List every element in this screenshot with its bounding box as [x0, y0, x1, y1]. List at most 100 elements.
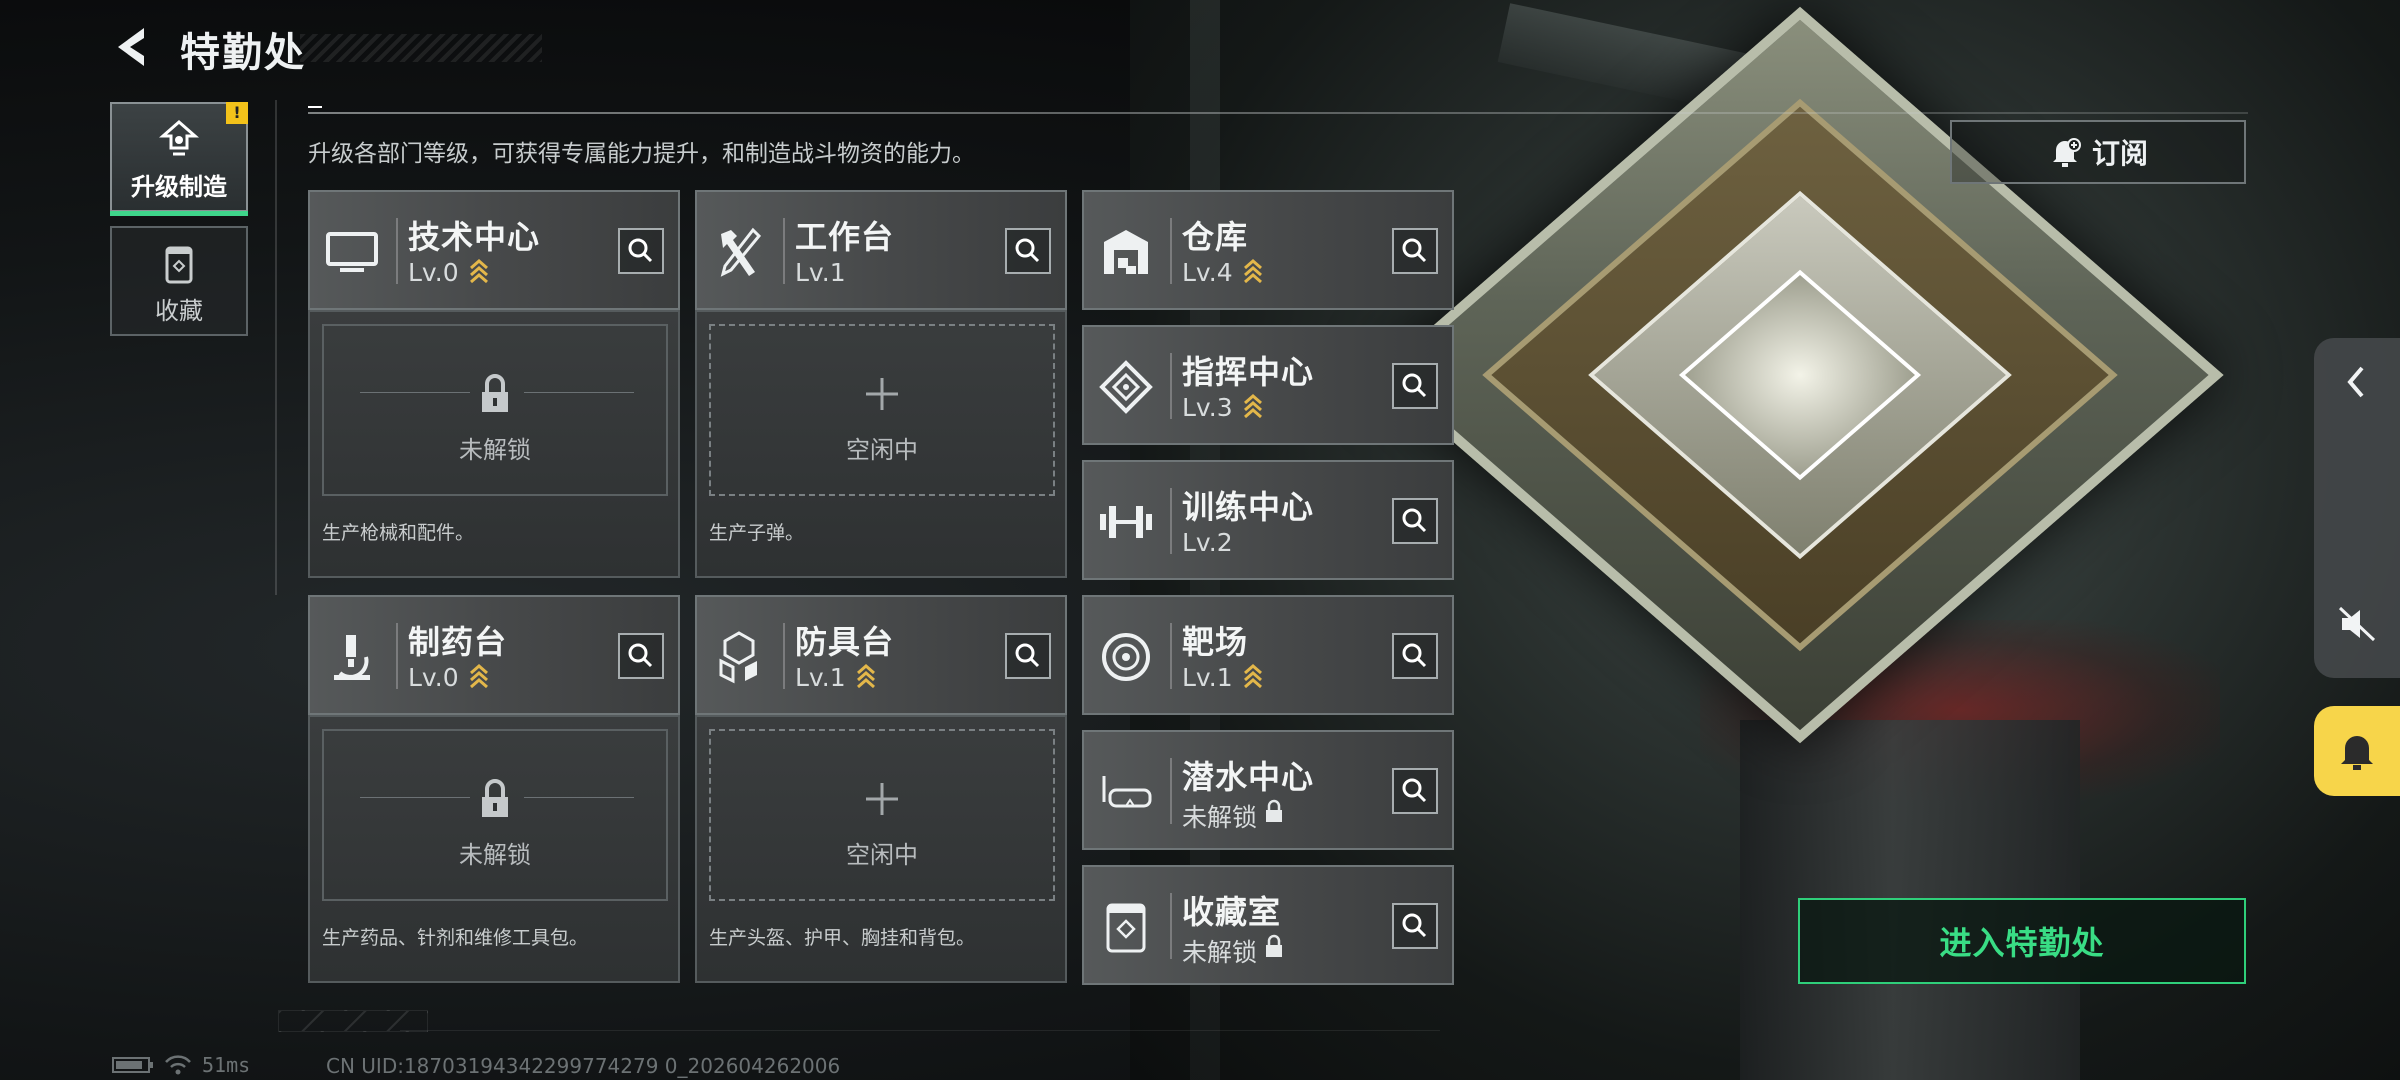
- slot-description: 生产枪械和配件。: [322, 522, 475, 544]
- department-card-shooting-range[interactable]: 靶场 Lv.1: [1082, 595, 1454, 715]
- add-production-slot[interactable]: 空闲中: [709, 324, 1055, 496]
- department-name: 收藏室: [1182, 893, 1282, 931]
- user-uid: CN UID:18703194342299774279 0_2026042620…: [326, 1054, 841, 1078]
- search-button[interactable]: [1392, 363, 1438, 409]
- notification-bell-button[interactable]: [2314, 706, 2400, 796]
- search-icon: [1015, 643, 1040, 668]
- mute-icon[interactable]: [2336, 604, 2378, 644]
- nav-tab-collection[interactable]: 收藏: [110, 226, 248, 336]
- nav-tab-label: 收藏: [155, 297, 203, 325]
- lock-icon: [482, 374, 508, 412]
- back-button[interactable]: [108, 22, 158, 72]
- search-button[interactable]: [618, 633, 664, 679]
- search-icon: [1402, 508, 1427, 533]
- search-button[interactable]: [618, 228, 664, 274]
- monitor-icon: [326, 232, 378, 272]
- search-icon: [1402, 913, 1427, 938]
- upgrade-chevron-icon: [470, 664, 488, 689]
- search-icon: [1402, 238, 1427, 263]
- production-slot-workbench: 空闲中 生产子弹。: [695, 310, 1067, 578]
- search-button[interactable]: [1005, 228, 1051, 274]
- upgrade-chevron-icon: [1244, 394, 1262, 419]
- department-card-tech-center[interactable]: 技术中心 Lv.0: [308, 190, 680, 310]
- department-level: Lv.1: [795, 663, 846, 692]
- department-card-warehouse[interactable]: 仓库 Lv.4: [1082, 190, 1454, 310]
- search-button[interactable]: [1392, 228, 1438, 274]
- ping-readout: 51ms: [202, 1053, 251, 1077]
- small-lock-icon: [1266, 799, 1282, 822]
- department-card-command-center[interactable]: 指挥中心 Lv.3: [1082, 325, 1454, 445]
- department-name: 防具台: [795, 623, 895, 661]
- department-level: Lv.0: [408, 258, 459, 287]
- search-button[interactable]: [1392, 768, 1438, 814]
- slot-frame: 未解锁: [322, 729, 668, 901]
- department-level: Lv.1: [1182, 663, 1233, 692]
- department-level: 未解锁: [1182, 803, 1258, 832]
- title-decoration: [300, 34, 542, 62]
- department-card-workbench[interactable]: 工作台 Lv.1: [695, 190, 1067, 310]
- dumbbell-icon: [1100, 506, 1152, 538]
- slot-description: 生产子弹。: [709, 522, 805, 544]
- department-card-pharmacy[interactable]: 制药台 Lv.0: [308, 595, 680, 715]
- search-icon: [628, 238, 653, 263]
- slot-status: 未解锁: [459, 436, 531, 464]
- upgrade-chevron-icon: [1244, 664, 1262, 689]
- bell-plus-icon: [2052, 138, 2081, 167]
- header-divider: [308, 112, 2248, 114]
- department-level: Lv.2: [1182, 528, 1233, 557]
- department-name: 训练中心: [1182, 488, 1315, 526]
- upgrade-icon: [159, 120, 199, 156]
- search-button[interactable]: [1005, 633, 1051, 679]
- wifi-icon: [165, 1055, 191, 1075]
- search-button[interactable]: [1392, 903, 1438, 949]
- slot-status: 空闲中: [846, 436, 918, 464]
- slot-status: 未解锁: [459, 841, 531, 869]
- subscribe-button[interactable]: 订阅: [1950, 120, 2246, 184]
- department-name: 制药台: [408, 623, 508, 661]
- department-name: 技术中心: [408, 218, 541, 256]
- warehouse-icon: [1104, 230, 1148, 274]
- department-name: 工作台: [795, 218, 895, 256]
- upgrade-chevron-icon: [1244, 259, 1262, 284]
- enter-button-label: 进入特勤处: [1939, 924, 2105, 962]
- command-icon: [1099, 360, 1153, 414]
- lock-icon: [482, 779, 508, 817]
- target-icon: [1102, 633, 1150, 681]
- bottom-decoration: [278, 1010, 428, 1032]
- notification-badge: !: [226, 102, 248, 124]
- add-production-slot[interactable]: 空闲中: [709, 729, 1055, 901]
- plus-icon: [866, 783, 898, 815]
- page-title: 特勤处: [180, 30, 306, 76]
- search-button[interactable]: [1392, 498, 1438, 544]
- nav-divider: [275, 100, 277, 595]
- back-arrow-icon: [118, 28, 144, 66]
- nav-tab-upgrade[interactable]: ! 升级制造: [110, 102, 248, 216]
- department-card-armor-bench[interactable]: 防具台 Lv.1: [695, 595, 1067, 715]
- department-level: Lv.1: [795, 258, 846, 287]
- diving-mask-icon: [1102, 776, 1152, 808]
- department-card-collection-room[interactable]: 收藏室 未解锁: [1082, 865, 1454, 985]
- department-level: Lv.0: [408, 663, 459, 692]
- subscribe-label: 订阅: [2091, 137, 2148, 170]
- search-icon: [1402, 643, 1427, 668]
- search-icon: [628, 643, 653, 668]
- department-level: 未解锁: [1182, 938, 1258, 967]
- production-slot-tech-center: 未解锁 生产枪械和配件。: [308, 310, 680, 578]
- upgrade-chevron-icon: [857, 664, 875, 689]
- department-card-training-center[interactable]: 训练中心 Lv.2: [1082, 460, 1454, 580]
- department-level: Lv.4: [1182, 258, 1233, 287]
- search-button[interactable]: [1392, 633, 1438, 679]
- department-card-diving-center[interactable]: 潜水中心 未解锁: [1082, 730, 1454, 850]
- enter-special-ops-button[interactable]: 进入特勤处: [1798, 898, 2246, 984]
- status-bar: 51ms: [112, 1052, 250, 1078]
- chevron-left-icon[interactable]: [2340, 362, 2374, 402]
- department-name: 潜水中心: [1182, 758, 1315, 796]
- search-icon: [1015, 238, 1040, 263]
- collection-room-icon: [1106, 903, 1146, 953]
- plus-icon: [866, 378, 898, 410]
- slot-status: 空闲中: [846, 841, 918, 869]
- page-subtitle: 升级各部门等级，可获得专属能力提升，和制造战斗物资的能力。: [308, 141, 975, 167]
- side-drawer: [2314, 338, 2400, 678]
- bell-icon: [2341, 736, 2373, 770]
- department-name: 靶场: [1182, 623, 1249, 661]
